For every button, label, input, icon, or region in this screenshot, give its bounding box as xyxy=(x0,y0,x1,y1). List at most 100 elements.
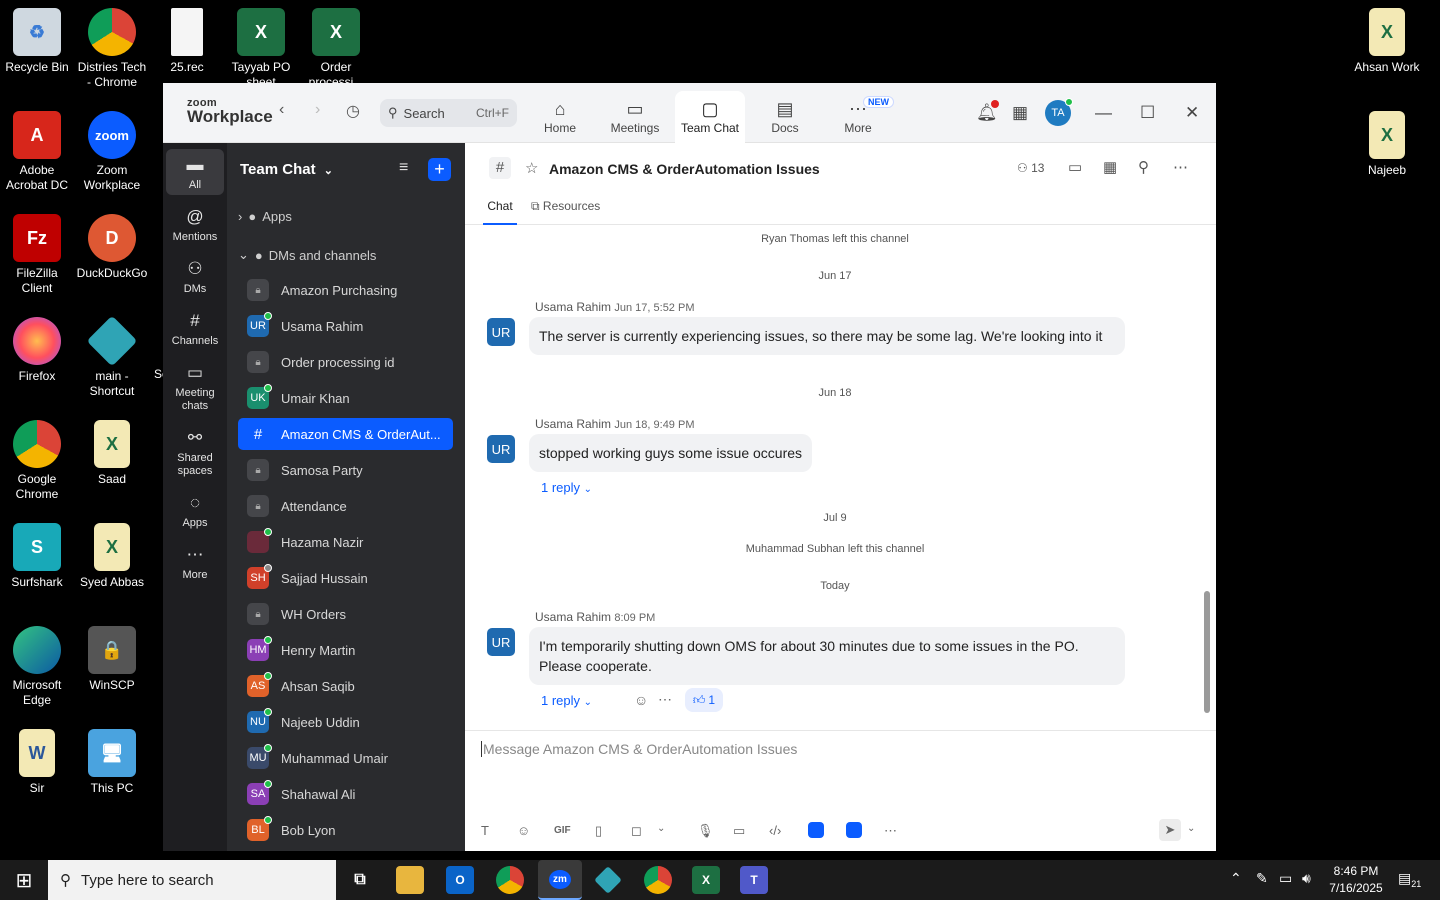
calendar-icon[interactable]: ▦ xyxy=(1103,158,1117,176)
list-item[interactable]: SH Sajjad Hussain xyxy=(238,562,453,594)
rail-item-dms[interactable]: ⚇ DMs xyxy=(166,257,224,296)
tab-home[interactable]: ⌂ Home xyxy=(525,91,595,143)
emoji-icon[interactable]: ☺ xyxy=(517,823,530,838)
desktop-icon-25rec[interactable]: 25.rec xyxy=(150,8,224,75)
message-sender[interactable]: Usama Rahim xyxy=(535,300,611,314)
rail-item-channels[interactable]: # Channels xyxy=(166,309,224,348)
desktop-icon-recycle-bin[interactable]: ♻ Recycle Bin xyxy=(0,8,74,75)
list-item[interactable]: 🔒︎ Samosa Party xyxy=(238,454,453,486)
task-view-icon[interactable]: ⧉ xyxy=(346,866,374,894)
list-item[interactable]: HM Henry Martin xyxy=(238,634,453,666)
list-item[interactable]: 🔒︎ Order processing id xyxy=(238,346,453,378)
list-item[interactable]: NU Najeeb Uddin xyxy=(238,706,453,738)
rail-item-apps[interactable]: ◌ Apps xyxy=(166,491,224,530)
message-sender[interactable]: Usama Rahim xyxy=(535,417,611,431)
format-text-icon[interactable]: T xyxy=(481,823,489,838)
search-icon[interactable]: ⚲ xyxy=(1138,158,1149,176)
list-item[interactable]: Hazama Nazir xyxy=(238,526,453,558)
gif-icon[interactable]: GIF xyxy=(554,825,571,836)
list-item[interactable]: UK Umair Khan xyxy=(238,382,453,414)
tab-more[interactable]: ⋯ More NEW xyxy=(823,91,894,143)
calendar-icon[interactable]: ▦ xyxy=(1012,103,1028,123)
list-item[interactable]: 🔒︎ WH Orders xyxy=(238,598,453,630)
reply-link[interactable]: 1 reply ⌄ xyxy=(541,480,592,495)
close-icon[interactable]: ✕ xyxy=(1185,103,1199,123)
list-item-active-channel[interactable]: # Amazon CMS & OrderAut... xyxy=(238,418,453,450)
taskbar-search[interactable]: ⚲ Type here to search xyxy=(48,860,336,900)
desktop-icon-firefox[interactable]: Firefox xyxy=(0,317,74,384)
zoom-taskbar-icon[interactable]: zm xyxy=(538,860,582,900)
shortcut-icon[interactable] xyxy=(594,866,622,894)
more-icon[interactable]: ⋯ xyxy=(658,691,672,708)
tab-team-chat[interactable]: ▢ Team Chat xyxy=(675,91,745,143)
windows-start-icon[interactable]: ⊞ xyxy=(0,860,48,900)
chevron-up-icon[interactable]: ⌃ xyxy=(1230,870,1242,887)
code-icon[interactable]: ‹/› xyxy=(769,823,781,838)
minimize-icon[interactable]: — xyxy=(1095,103,1112,123)
app-icon[interactable] xyxy=(808,822,824,838)
chrome-icon[interactable] xyxy=(496,866,524,894)
channel-title[interactable]: Amazon CMS & OrderAutomation Issues xyxy=(549,161,820,177)
message-sender[interactable]: Usama Rahim xyxy=(535,610,611,624)
star-icon[interactable]: ☆ xyxy=(525,159,538,177)
desktop-icon-this-pc[interactable]: 🖥 This PC xyxy=(75,729,149,796)
channel-list-title[interactable]: Team Chat ⌄ xyxy=(240,161,333,178)
desktop-icon-main-shortcut[interactable]: main - Shortcut xyxy=(75,315,149,399)
tab-meetings[interactable]: ▭ Meetings xyxy=(600,91,670,143)
screenshot-icon[interactable]: ◻ xyxy=(631,823,642,839)
more-icon[interactable]: ⋯ xyxy=(884,823,897,839)
section-apps[interactable]: › ● Apps xyxy=(238,209,292,224)
app-icon[interactable] xyxy=(846,822,862,838)
desktop-icon-distries-chrome[interactable]: Distries Tech - Chrome xyxy=(75,8,149,90)
rail-item-mentions[interactable]: @ Mentions xyxy=(166,205,224,244)
avatar[interactable]: UR xyxy=(487,435,515,463)
desktop-icon-najeeb[interactable]: X Najeeb xyxy=(1350,111,1424,178)
filter-icon[interactable]: ≡ xyxy=(399,159,408,177)
teams-icon[interactable]: T xyxy=(740,866,768,894)
avatar[interactable]: UR xyxy=(487,628,515,656)
desktop-icon-syed-abbas[interactable]: X Syed Abbas xyxy=(75,523,149,590)
search-box[interactable]: ⚲ Search Ctrl+F xyxy=(380,99,517,127)
section-dms-and-channels[interactable]: ⌄ ● DMs and channels xyxy=(238,247,376,263)
desktop-icon-tayyab-po[interactable]: X Tayyab PO sheet xyxy=(224,8,298,90)
desktop-icon-edge[interactable]: Microsoft Edge xyxy=(0,626,74,708)
notifications-icon[interactable]: ▤21 xyxy=(1398,870,1421,889)
outlook-icon[interactable]: O xyxy=(446,866,474,894)
list-item[interactable]: 🔒︎ Amazon Purchasing xyxy=(238,274,453,306)
rail-item-all[interactable]: ▬ All xyxy=(166,149,224,195)
members-count[interactable]: ⚇ 13 xyxy=(1017,161,1044,175)
excel-icon[interactable]: X xyxy=(692,866,720,894)
desktop-icon-ahsan-work[interactable]: X Ahsan Work xyxy=(1350,8,1424,75)
desktop-icon-duckduckgo[interactable]: D DuckDuckGo xyxy=(75,214,149,281)
send-icon[interactable]: ➤ xyxy=(1159,819,1181,841)
reply-link[interactable]: 1 reply ⌄ xyxy=(541,693,592,708)
video-message-icon[interactable]: ▭ xyxy=(733,823,745,839)
reaction-thumbs-up[interactable]: 👍︎ 1 xyxy=(685,688,723,712)
back-arrow-icon[interactable]: ‹ xyxy=(279,101,284,119)
add-reaction-icon[interactable]: ☺ xyxy=(634,692,648,708)
list-item[interactable]: 🔒︎ Attendance xyxy=(238,490,453,522)
list-item[interactable]: MU Muhammad Umair xyxy=(238,742,453,774)
file-explorer-icon[interactable] xyxy=(396,866,424,894)
rail-item-shared-spaces[interactable]: ⚯ Shared spaces xyxy=(166,426,224,478)
desktop-icon-google-chrome[interactable]: Google Chrome xyxy=(0,420,74,502)
desktop-icon-order-processing[interactable]: X Order processi... xyxy=(299,8,373,90)
maximize-icon[interactable]: ☐ xyxy=(1140,103,1155,123)
desktop-icon-acrobat[interactable]: A Adobe Acrobat DC xyxy=(0,111,74,193)
chrome-profile-icon[interactable] xyxy=(644,866,672,894)
rail-item-meeting-chats[interactable]: ▭ Meeting chats xyxy=(166,361,224,413)
desktop-icon-sir[interactable]: W Sir xyxy=(0,729,74,796)
desktop-icon-saad[interactable]: X Saad xyxy=(75,420,149,487)
network-icon[interactable]: ▭ xyxy=(1279,870,1292,887)
scrollbar[interactable] xyxy=(1204,591,1210,713)
clock[interactable]: 8:46 PM 7/16/2025 xyxy=(1322,863,1390,897)
video-icon[interactable]: ▭ xyxy=(1068,158,1082,176)
list-item[interactable]: SA Shahawal Ali xyxy=(238,778,453,810)
more-icon[interactable]: ⋯ xyxy=(1173,158,1188,176)
desktop-icon-filezilla[interactable]: Fz FileZilla Client xyxy=(0,214,74,296)
rail-item-more[interactable]: ⋯ More xyxy=(166,543,224,582)
list-item[interactable]: AS Ahsan Saqib xyxy=(238,670,453,702)
tab-chat[interactable]: Chat xyxy=(483,199,517,225)
message-input[interactable]: Message Amazon CMS & OrderAutomation Iss… xyxy=(481,741,797,757)
history-icon[interactable]: ◷ xyxy=(346,101,360,121)
